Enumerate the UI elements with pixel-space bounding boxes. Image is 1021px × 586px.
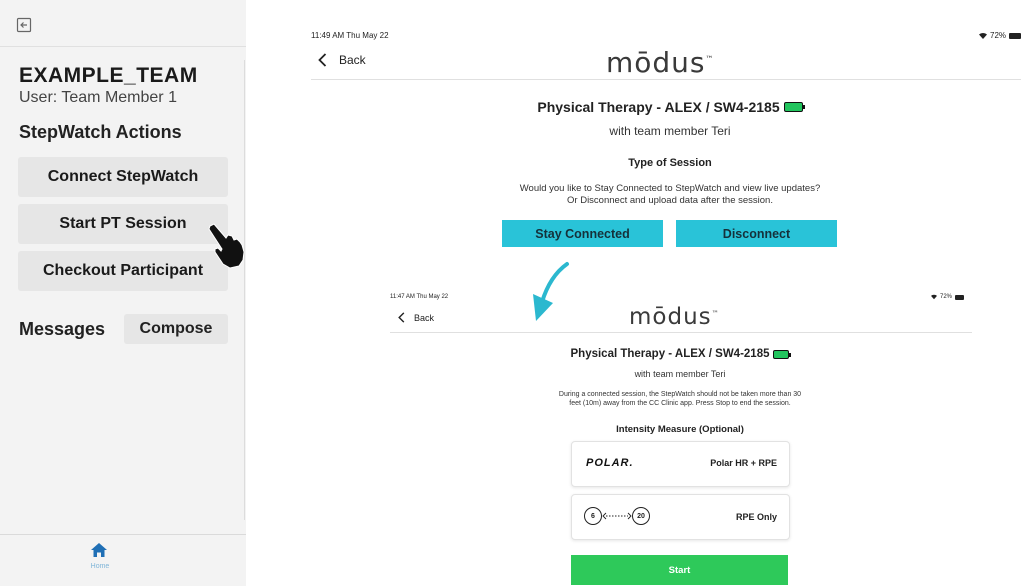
- exit-icon[interactable]: [16, 17, 32, 33]
- stay-connected-button[interactable]: Stay Connected: [502, 220, 663, 247]
- session-title: Physical Therapy - ALEX / SW4-2185: [537, 99, 805, 115]
- pointing-hand-icon: [208, 223, 245, 269]
- session-subtitle: with team member Teri: [609, 124, 731, 138]
- battery-status-icon-2: [955, 294, 965, 300]
- tab-bar: [0, 534, 246, 586]
- status-time-2: 11:47 AM Thu May 22: [390, 294, 449, 300]
- back-button-2[interactable]: Back: [398, 312, 434, 323]
- modus-logo: mōdus™: [606, 46, 714, 79]
- status-time: 11:49 AM Thu May 22: [311, 31, 389, 40]
- polar-logo: POLAR.: [586, 457, 634, 469]
- start-pt-session-button[interactable]: Start PT Session: [18, 204, 228, 244]
- checkout-participant-button[interactable]: Checkout Participant: [18, 251, 228, 291]
- session-prompt: Would you like to Stay Connected to Step…: [519, 183, 821, 206]
- chevron-left-icon: [318, 53, 327, 67]
- status-battery-2: 72%: [930, 294, 965, 300]
- wifi-icon-2: [931, 294, 937, 300]
- rpe-scale-icon: 6 20: [584, 507, 650, 525]
- connected-session-info: During a connected session, the StepWatc…: [558, 391, 802, 407]
- battery-icon: [783, 102, 805, 112]
- transition-arrow-icon: [533, 262, 569, 321]
- battery-status-icon: [1009, 32, 1021, 39]
- intensity-heading: Intensity Measure (Optional): [616, 424, 744, 435]
- polar-option-card[interactable]: POLAR. Polar HR + RPE: [571, 441, 790, 487]
- team-name: EXAMPLE_TEAM: [19, 64, 198, 87]
- modus-logo-2: mōdus™: [629, 304, 719, 330]
- top-header-divider: [311, 79, 1021, 80]
- start-button[interactable]: Start: [571, 555, 788, 585]
- home-icon[interactable]: [90, 542, 108, 558]
- session-subtitle-2: with team member Teri: [634, 369, 726, 379]
- bottom-header-divider: [390, 332, 972, 333]
- messages-label: Messages: [19, 319, 106, 339]
- wifi-icon: [979, 32, 987, 39]
- status-battery: 72%: [978, 31, 1021, 40]
- type-of-session-heading: Type of Session: [628, 157, 712, 169]
- rpe-option-label: RPE Only: [735, 512, 777, 522]
- tab-home-label[interactable]: Home: [0, 563, 200, 570]
- header-divider: [0, 46, 246, 47]
- current-user: User: Team Member 1: [19, 89, 177, 106]
- chevron-left-icon-2: [398, 312, 405, 323]
- battery-icon-2: [773, 349, 792, 359]
- rpe-option-card[interactable]: 6 20 RPE Only: [571, 494, 790, 540]
- compose-button[interactable]: Compose: [124, 314, 228, 344]
- polar-option-label: Polar HR + RPE: [710, 458, 777, 468]
- connect-stepwatch-button[interactable]: Connect StepWatch: [18, 157, 228, 197]
- back-button[interactable]: Back: [318, 53, 366, 67]
- actions-heading: StepWatch Actions: [19, 122, 182, 142]
- session-title-2: Physical Therapy - ALEX / SW4-2185: [571, 348, 792, 360]
- sidebar: EXAMPLE_TEAM User: Team Member 1 StepWat…: [0, 0, 246, 586]
- disconnect-button[interactable]: Disconnect: [676, 220, 837, 247]
- sidebar-divider: [244, 60, 245, 520]
